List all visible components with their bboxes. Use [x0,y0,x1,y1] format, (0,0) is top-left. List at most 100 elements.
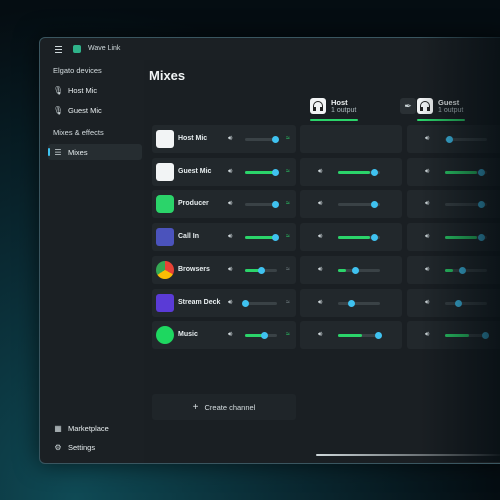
volume-slider[interactable] [245,332,277,340]
sidebar-item-label: Mixes [68,147,88,157]
monitor-icon [156,162,174,181]
mix-volume-slider[interactable] [445,299,487,307]
volume-slider[interactable] [245,136,280,143]
mix-volume-slider[interactable] [338,266,380,274]
channel-row: Producer 🔊︎ ≈ [152,190,296,219]
speaker-icon[interactable]: 🔊︎ [318,331,322,339]
speaker-icon[interactable]: 🔊︎ [425,299,429,307]
sidebar-item-mixes[interactable]: ☰ Mixes [48,144,142,160]
volume-slider[interactable] [242,299,277,307]
speaker-icon[interactable]: 🔊︎ [228,266,232,274]
speaker-icon[interactable]: 🔊︎ [318,266,322,274]
speaker-icon[interactable]: 🔊︎ [228,200,232,208]
level-meter [245,170,274,174]
slider-knob[interactable] [370,201,378,209]
volume-slider[interactable] [245,168,280,176]
effects-icon[interactable]: ≈ [286,135,290,142]
level-meter [338,236,371,240]
slider-knob[interactable] [477,201,485,209]
ear-icon[interactable]: ✒ [400,98,416,114]
app-title: Wave Link [88,45,121,52]
slider-knob[interactable] [272,234,280,242]
speaker-icon[interactable]: 🔊︎ [318,200,322,208]
section-heading-mixes: Mixes & effects [53,128,104,137]
speaker-icon[interactable]: 🔊︎ [318,233,322,241]
effects-icon[interactable]: ≈ [286,200,290,207]
speaker-icon[interactable]: 🔊︎ [318,168,322,176]
mix-volume-slider[interactable] [445,332,489,340]
speaker-icon[interactable]: 🔊︎ [425,233,429,241]
mix-cell-host: 🔊︎ [300,288,402,317]
mix-cell-host: 🔊︎ [300,321,402,350]
mix-volume-slider[interactable] [445,234,487,242]
slider-knob[interactable] [374,332,382,340]
mix-volume-slider[interactable] [338,332,382,340]
monitor-icon [156,130,174,148]
channel-row: Music 🔊︎ ≈ [152,321,296,350]
level-meter [445,170,478,174]
effects-icon[interactable]: ≈ [286,168,290,175]
slider-knob[interactable] [477,234,485,242]
volume-slider[interactable] [245,201,280,209]
mix-volume-slider[interactable] [445,201,487,209]
sidebar-item-label: Host Mic [68,85,98,95]
mix-volume-slider[interactable] [338,168,380,176]
mix-header-guest[interactable]: Guest 1 output [417,97,500,117]
mix-cell-host: 🔊︎ [300,223,402,252]
mix-volume-slider[interactable] [338,234,380,242]
sidebar-item-host-mic[interactable]: 🎙︎ Host Mic [48,82,142,98]
sidebar-item-settings[interactable]: ⚙ Settings [48,439,142,455]
speaker-icon[interactable]: 🔊︎ [228,331,232,339]
mix-volume-slider[interactable] [445,266,487,274]
slider-knob[interactable] [370,168,378,176]
horizontal-scrollbar[interactable] [316,454,500,456]
slider-knob[interactable] [347,299,355,307]
slider-knob[interactable] [477,168,485,176]
mix-volume-slider[interactable] [445,136,487,143]
volume-slider[interactable] [245,266,277,274]
slider-knob[interactable] [351,266,359,274]
speaker-icon[interactable]: 🔊︎ [425,200,429,208]
slider-knob[interactable] [261,332,269,340]
mix-volume-slider[interactable] [338,299,380,307]
mix-volume-slider[interactable] [338,201,380,209]
mix-cell-guest: 🔊︎ [407,190,500,219]
sidebar-item-marketplace[interactable]: ▦ Marketplace [48,420,142,436]
effects-icon[interactable]: ≈ [286,299,290,306]
speaker-icon[interactable]: 🔊︎ [425,331,429,339]
speaker-icon[interactable]: 🔊︎ [318,299,322,307]
level-meter [445,236,478,240]
mix-cell-host: 🔊︎ [300,190,402,219]
effects-icon[interactable]: ≈ [286,266,290,273]
mix-volume-slider[interactable] [445,168,487,176]
slider-knob[interactable] [272,136,280,143]
slider-knob[interactable] [458,266,466,274]
mix-header-host[interactable]: Host 1 output ✒ [310,97,416,117]
slider-knob[interactable] [272,168,280,176]
speaker-icon[interactable]: 🔊︎ [228,299,232,307]
speaker-icon[interactable]: 🔊︎ [425,266,429,274]
mix-cell-guest: 🔊︎ [407,157,500,186]
speaker-icon[interactable]: 🔊︎ [228,233,232,241]
slider-knob[interactable] [454,299,462,307]
slider-knob[interactable] [272,201,280,209]
speaker-icon[interactable]: 🔊︎ [425,135,429,143]
mix-name: Guest [438,98,460,107]
mix-cell-host [300,125,402,153]
slider-knob[interactable] [370,234,378,242]
effects-icon[interactable]: ≈ [286,233,290,240]
sidebar-item-guest-mic[interactable]: 🎙︎ Guest Mic [48,102,142,118]
effects-icon[interactable]: ≈ [286,331,290,338]
create-channel-button[interactable]: + Create channel [152,394,296,420]
volume-slider[interactable] [245,234,280,242]
speaker-icon[interactable]: 🔊︎ [228,135,232,143]
slider-knob[interactable] [446,136,454,143]
slider-knob[interactable] [258,266,265,274]
speaker-icon[interactable]: 🔊︎ [425,168,429,176]
level-meter [338,334,362,338]
speaker-icon[interactable]: 🔊︎ [228,168,232,176]
slider-knob[interactable] [481,332,489,340]
level-meter [445,334,469,338]
hamburger-icon[interactable] [55,46,62,53]
slider-knob[interactable] [242,299,249,307]
